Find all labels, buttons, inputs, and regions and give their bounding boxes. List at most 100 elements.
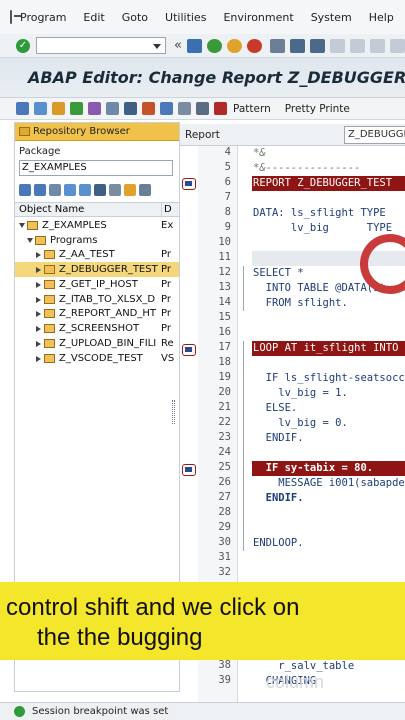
find-next-icon[interactable] xyxy=(309,38,325,53)
check-icon[interactable] xyxy=(52,102,65,115)
hierarchy-icon[interactable] xyxy=(160,102,173,115)
package-label: Package xyxy=(19,146,61,157)
tree-item-z-itab-to-xlsx[interactable]: Z_ITAB_TO_XLSX_D Pr xyxy=(15,292,179,307)
pretty-printer-button[interactable]: Pretty Printe xyxy=(285,103,350,115)
package-input[interactable]: Z_EXAMPLES xyxy=(19,160,173,176)
collapse-arrow-icon[interactable] xyxy=(36,297,41,303)
nav-display-icon[interactable] xyxy=(109,184,121,196)
line-number: 27 xyxy=(218,491,231,503)
next-page-icon[interactable] xyxy=(369,38,385,53)
favorites-star-icon[interactable] xyxy=(124,184,136,196)
tree-item-z-aa-test[interactable]: Z_AA_TEST Pr xyxy=(15,247,179,262)
pane-splitter-handle[interactable] xyxy=(172,400,175,424)
test-icon[interactable] xyxy=(88,102,101,115)
expand-arrow-icon[interactable] xyxy=(19,223,25,228)
line-number: 10 xyxy=(218,236,231,248)
caption-line-1: control shift and we click on xyxy=(6,594,300,621)
exit-icon[interactable] xyxy=(10,10,21,24)
fold-marker[interactable] xyxy=(243,341,248,551)
repository-browser-button[interactable]: Repository Browser xyxy=(15,123,179,141)
print-icon[interactable] xyxy=(269,38,285,53)
tree-item-z-screenshot[interactable]: Z_SCREENSHOT Pr xyxy=(15,321,179,336)
tree-item-desc: Pr xyxy=(161,264,171,275)
collapse-chevron-icon[interactable]: « xyxy=(174,38,182,53)
tree-item-z-debugger-test[interactable]: Z_DEBUGGER_TEST Pr xyxy=(15,262,179,277)
fold-marker[interactable] xyxy=(243,266,248,311)
folder-icon xyxy=(35,236,46,245)
breakpoint-icon[interactable] xyxy=(182,344,196,356)
menu-help[interactable]: Help xyxy=(369,11,394,24)
info-icon[interactable] xyxy=(178,102,191,115)
line-number: 32 xyxy=(218,566,231,578)
menu-edit[interactable]: Edit xyxy=(83,11,104,24)
back-icon[interactable] xyxy=(206,38,222,53)
line-number: 5 xyxy=(224,161,231,173)
find-icon[interactable] xyxy=(289,38,305,53)
line-number: 21 xyxy=(218,401,231,413)
nav-forward-icon[interactable] xyxy=(34,184,46,196)
collapse-arrow-icon[interactable] xyxy=(36,326,41,332)
tree-item-z-vscode-test[interactable]: Z_VSCODE_TEST VS xyxy=(15,351,179,366)
breakpoint-icon[interactable] xyxy=(182,178,196,190)
tree-programs-node[interactable]: Programs xyxy=(15,233,179,248)
pattern-button[interactable]: Pattern xyxy=(233,103,271,115)
status-message: Session breakpoint was set xyxy=(32,706,169,717)
application-toolbar: Pattern Pretty Printe xyxy=(0,98,405,120)
exit-app-icon[interactable] xyxy=(226,38,242,53)
line-number: 11 xyxy=(218,251,231,263)
tree-item-label: Z_ITAB_TO_XLSX_D xyxy=(59,294,156,305)
enter-check-icon[interactable]: ✓ xyxy=(16,38,30,53)
display-navigation-icon[interactable] xyxy=(142,102,155,115)
program-icon xyxy=(44,354,55,363)
col-description[interactable]: D xyxy=(161,203,172,217)
breakpoint-icon[interactable] xyxy=(182,464,196,476)
where-used-icon[interactable] xyxy=(106,102,119,115)
nav-expand-icon[interactable] xyxy=(79,184,91,196)
collapse-arrow-icon[interactable] xyxy=(36,252,41,258)
line-number: 24 xyxy=(218,446,231,458)
save-icon[interactable] xyxy=(186,38,202,53)
previous-page-icon[interactable] xyxy=(349,38,365,53)
collapse-arrow-icon[interactable] xyxy=(36,267,41,273)
line-number: 8 xyxy=(224,206,231,218)
activate-icon[interactable] xyxy=(70,102,83,115)
report-name-field[interactable]: Z_DEBUGGER_TEST xyxy=(344,126,405,144)
last-page-icon[interactable] xyxy=(389,38,405,53)
object-list-icon[interactable] xyxy=(124,102,137,115)
line-number: 31 xyxy=(218,551,231,563)
tab-report[interactable]: Report xyxy=(185,129,220,141)
collapse-arrow-icon[interactable] xyxy=(36,356,41,362)
tree-item-z-upload-bin-file[interactable]: Z_UPLOAD_BIN_FILI Re xyxy=(15,336,179,351)
menu-program[interactable]: Program xyxy=(20,11,66,24)
set-breakpoint-icon[interactable] xyxy=(196,102,209,115)
tree-package-node[interactable]: Z_EXAMPLES Ex xyxy=(15,218,179,233)
tree-item-label: Z_GET_IP_HOST xyxy=(59,279,138,290)
refresh-icon[interactable] xyxy=(139,184,151,196)
tree-item-desc: VS xyxy=(161,353,175,364)
menu-goto[interactable]: Goto xyxy=(122,11,148,24)
video-caption: control shift and we click on the the bu… xyxy=(0,582,405,660)
nav-hierarchy-icon[interactable] xyxy=(94,184,106,196)
collapse-arrow-icon[interactable] xyxy=(36,311,41,317)
menu-system[interactable]: System xyxy=(311,11,352,24)
expand-arrow-icon[interactable] xyxy=(27,238,33,243)
nav-back-icon[interactable] xyxy=(19,184,31,196)
command-field[interactable] xyxy=(36,37,166,54)
nav-collapse-icon[interactable] xyxy=(64,184,76,196)
nav-up-icon[interactable] xyxy=(49,184,61,196)
collapse-arrow-icon[interactable] xyxy=(36,341,41,347)
menu-utilities[interactable]: Utilities xyxy=(165,11,206,24)
line-number: 15 xyxy=(218,311,231,323)
display-change-icon[interactable] xyxy=(34,102,47,115)
tree-item-z-get-ip-host[interactable]: Z_GET_IP_HOST Pr xyxy=(15,277,179,292)
success-status-icon xyxy=(14,706,25,717)
menu-environment[interactable]: Environment xyxy=(223,11,293,24)
session-breakpoint-icon[interactable] xyxy=(214,102,227,115)
first-page-icon[interactable] xyxy=(329,38,345,53)
cancel-icon[interactable] xyxy=(246,38,262,53)
tree-item-z-report-and-ht[interactable]: Z_REPORT_AND_HT Pr xyxy=(15,306,179,321)
col-object-name[interactable]: Object Name xyxy=(19,203,84,217)
back-forward-icon[interactable] xyxy=(16,102,29,115)
collapse-arrow-icon[interactable] xyxy=(36,282,41,288)
line-number: 26 xyxy=(218,476,231,488)
